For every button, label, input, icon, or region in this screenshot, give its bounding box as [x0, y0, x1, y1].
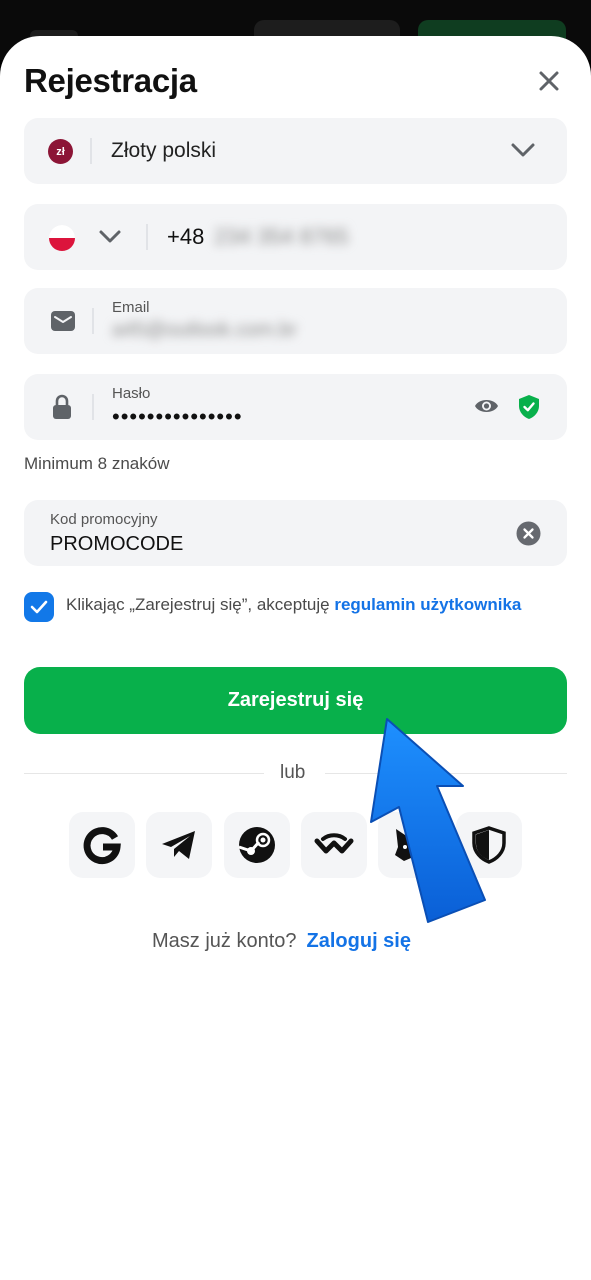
checkmark-icon: [30, 600, 48, 614]
divider-right: [325, 773, 567, 774]
promo-code-input[interactable]: PROMOCODE: [50, 533, 183, 556]
password-field[interactable]: Hasło •••••••••••••••: [24, 374, 567, 440]
telegram-icon: [162, 831, 195, 859]
shield-icon: [472, 826, 506, 864]
close-icon[interactable]: [534, 66, 564, 96]
phone-country-code: +48: [167, 224, 205, 249]
steam-icon: [238, 827, 275, 863]
telegram-login-button[interactable]: [146, 812, 212, 878]
divider: [92, 394, 94, 420]
phone-number-input[interactable]: 234 354 8765: [214, 224, 349, 250]
registration-sheet: Rejestracja zł Złoty polski +48 234 354 …: [0, 36, 591, 1280]
shield-login-button[interactable]: [456, 812, 522, 878]
divider: [90, 138, 92, 164]
email-input[interactable]: a45@outlook.com.br: [112, 319, 297, 342]
login-link[interactable]: Zaloguj się: [307, 930, 411, 952]
divider: [92, 308, 94, 334]
email-label: Email: [112, 299, 150, 316]
password-hint: Minimum 8 znaków: [24, 454, 170, 473]
lock-icon: [53, 394, 71, 419]
page-title: Rejestracja: [24, 62, 197, 99]
chevron-down-icon: [511, 143, 535, 157]
shield-check-icon: [519, 395, 539, 419]
walletconnect-login-button[interactable]: [301, 812, 367, 878]
currency-value: Złoty polski: [111, 139, 217, 162]
country-chevron-down-icon[interactable]: [98, 228, 122, 246]
poland-flag-icon: [49, 225, 75, 251]
steam-login-button[interactable]: [224, 812, 290, 878]
metamask-icon: [395, 829, 427, 861]
promo-code-field[interactable]: Kod promocyjny PROMOCODE: [24, 500, 567, 566]
terms-text: Klikając „Zarejestruj się”, akceptuję re…: [66, 593, 536, 617]
password-input[interactable]: •••••••••••••••: [112, 404, 243, 430]
login-prompt: Masz już konto? Zaloguj się: [152, 930, 411, 953]
terms-checkbox[interactable]: [24, 592, 54, 622]
terms-text-prefix: Klikając „Zarejestruj się”, akceptuję: [66, 595, 335, 614]
register-button[interactable]: Zarejestruj się: [24, 667, 567, 734]
clear-icon[interactable]: [516, 521, 541, 546]
or-separator-text: lub: [280, 762, 306, 783]
promo-code-label: Kod promocyjny: [50, 511, 158, 528]
currency-badge-icon: zł: [48, 139, 73, 164]
terms-link[interactable]: regulamin użytkownika: [334, 595, 521, 614]
google-icon: [83, 827, 121, 865]
eye-icon[interactable]: [474, 396, 499, 416]
walletconnect-icon: [314, 833, 354, 854]
password-label: Hasło: [112, 385, 151, 402]
currency-select[interactable]: zł Złoty polski: [24, 118, 567, 184]
metamask-login-button[interactable]: [378, 812, 444, 878]
email-field[interactable]: Email a45@outlook.com.br: [24, 288, 567, 354]
login-question: Masz już konto?: [152, 930, 297, 952]
google-login-button[interactable]: [69, 812, 135, 878]
mail-icon: [51, 311, 75, 331]
divider-left: [24, 773, 264, 774]
phone-field: +48 234 354 8765: [24, 204, 567, 270]
divider: [146, 224, 148, 250]
